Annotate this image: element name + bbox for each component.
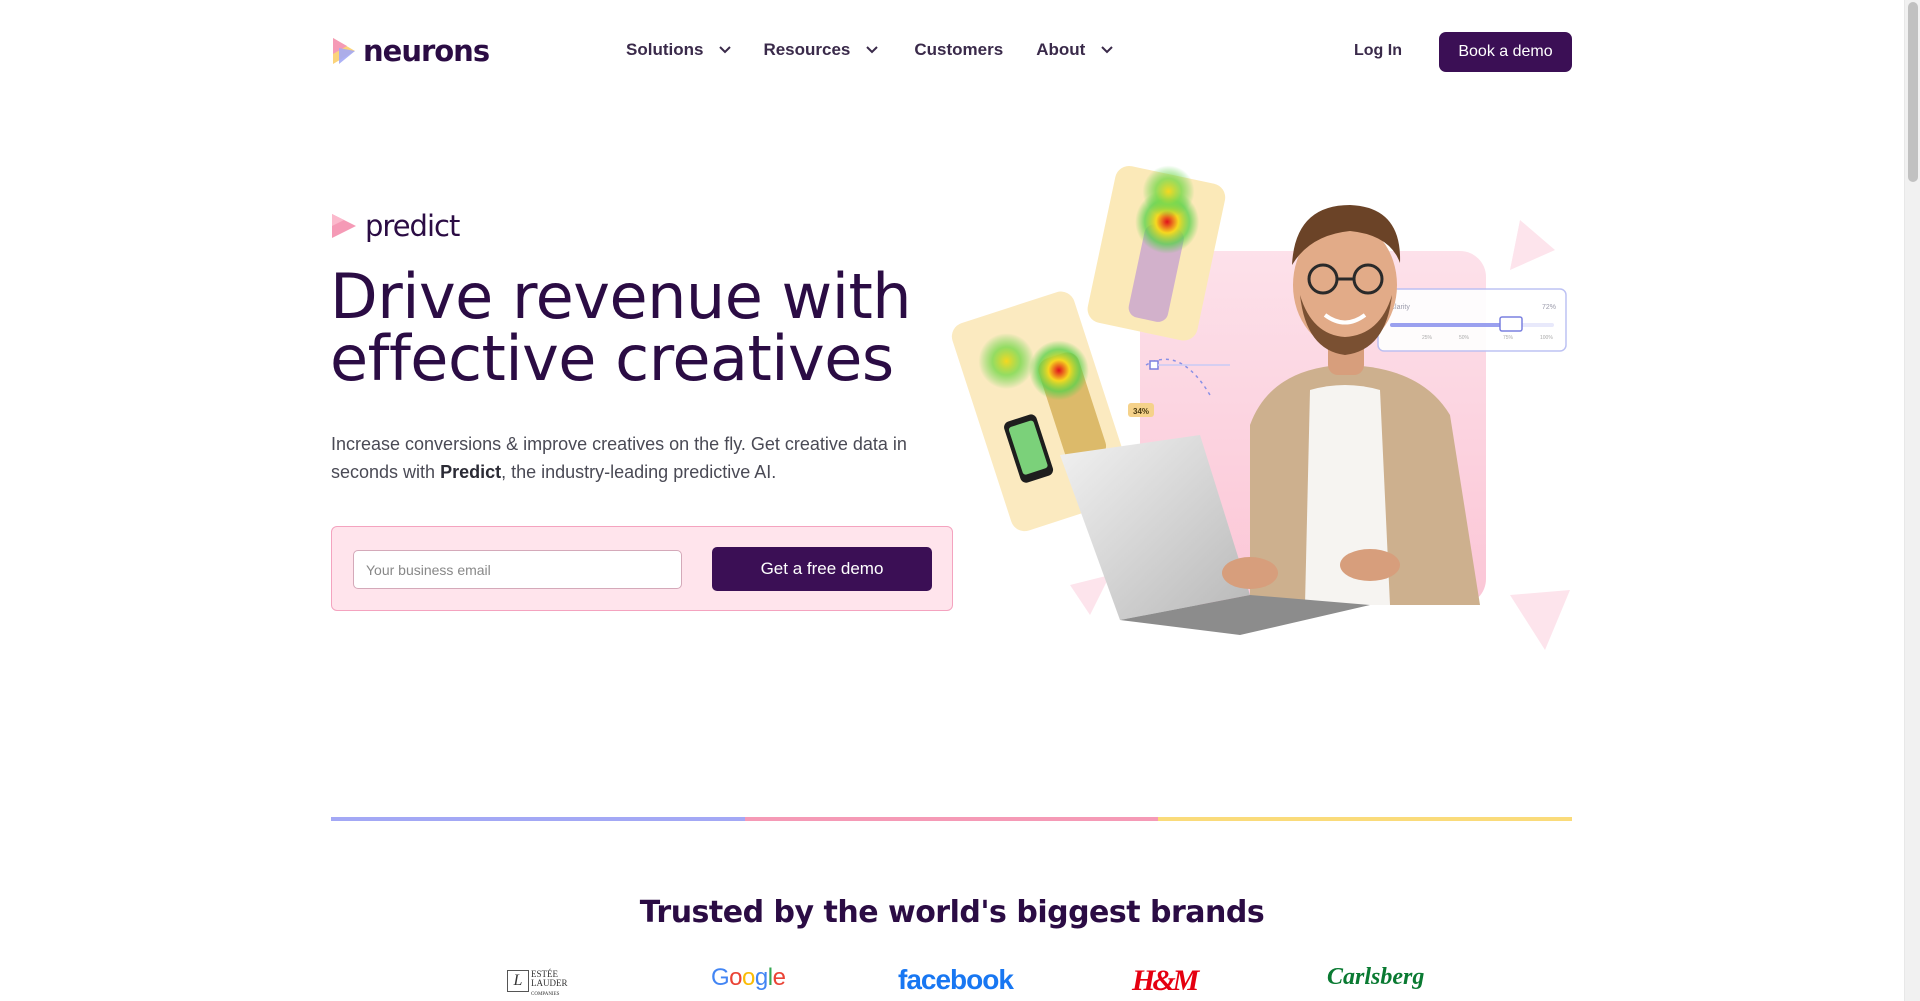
section-divider [331, 817, 1573, 821]
hero-illustration: 34% Clarity 72% 25% 50% 75% 100% [951, 165, 1570, 650]
google-logo: Google [711, 964, 786, 991]
chevron-down-icon [862, 40, 882, 60]
divider-segment-pink [744, 817, 1159, 821]
nav-resources-label: Resources [763, 40, 851, 59]
subtext-part-2: , the industry-leading predictive AI. [501, 462, 777, 482]
chevron-down-icon [715, 40, 735, 60]
facebook-logo: facebook [898, 964, 1014, 995]
trusted-brands-heading: Trusted by the world's biggest brands [639, 895, 1265, 930]
nav-solutions-label: Solutions [626, 40, 704, 59]
chevron-down-icon [1097, 40, 1117, 60]
scrollbar-thumb[interactable] [1908, 2, 1918, 182]
hero-subtext: Increase conversions & improve creatives… [331, 430, 911, 486]
book-demo-button[interactable]: Book a demo [1439, 32, 1572, 72]
clarity-scale-50: 50% [1459, 335, 1470, 341]
divider-segment-blue [331, 817, 745, 821]
brand-logos: L ESTÉE LAUDER COMPANIES Google facebook… [480, 964, 1424, 1001]
product-name: predict [365, 209, 460, 243]
business-email-input[interactable] [353, 550, 682, 589]
get-free-demo-button[interactable]: Get a free demo [712, 547, 932, 591]
nav-about[interactable]: About [1036, 40, 1117, 60]
subtext-bold: Predict [440, 462, 502, 482]
estee-line-2: LAUDER [531, 978, 568, 988]
neurons-logo[interactable]: neurons [331, 34, 490, 68]
clarity-slider-handle [1499, 316, 1523, 332]
decor-triangle [1070, 575, 1110, 615]
nav-about-label: About [1036, 40, 1086, 59]
headline-line-2: effective creatives [330, 322, 894, 395]
clarity-scale-75: 75% [1503, 335, 1514, 341]
estee-lauder-logo: L ESTÉE LAUDER COMPANIES [507, 970, 568, 999]
connector-node [1149, 360, 1159, 370]
decor-triangle [1510, 590, 1570, 650]
clarity-scale-100: 100% [1540, 335, 1553, 341]
decor-triangle [1510, 220, 1555, 270]
predict-badge: predict [331, 209, 460, 243]
nav-customers[interactable]: Customers [914, 40, 1003, 60]
nav-solutions[interactable]: Solutions [626, 40, 735, 60]
divider-segment-yellow [1158, 817, 1573, 821]
predict-logo-icon [332, 214, 356, 238]
page-scrollbar[interactable] [1904, 0, 1920, 1001]
page: neurons Solutions Resources Customers Ab… [0, 0, 1904, 1001]
logo-text: neurons [363, 34, 490, 68]
carlsberg-logo: Carlsberg [1327, 964, 1425, 990]
clarity-scale-25: 25% [1422, 335, 1433, 341]
nav-customers-label: Customers [914, 40, 1004, 59]
login-link[interactable]: Log In [1354, 42, 1402, 60]
neurons-logo-icon [333, 38, 355, 64]
percent-tag-text: 34% [1133, 407, 1149, 416]
estee-line-3: COMPANIES [531, 992, 560, 997]
main-nav: Solutions Resources Customers About [626, 40, 1117, 60]
nav-resources[interactable]: Resources [763, 40, 882, 60]
hero-headline: Drive revenue with effective creatives [330, 266, 970, 390]
hm-logo: H&M [1132, 964, 1199, 997]
clarity-value: 72% [1542, 304, 1556, 311]
site-header: neurons Solutions Resources Customers Ab… [0, 0, 1904, 104]
percent-tag: 34% [1128, 403, 1154, 417]
clarity-card: Clarity 72% 25% 50% 75% 100% [1377, 288, 1567, 352]
demo-form: Get a free demo [331, 526, 953, 611]
